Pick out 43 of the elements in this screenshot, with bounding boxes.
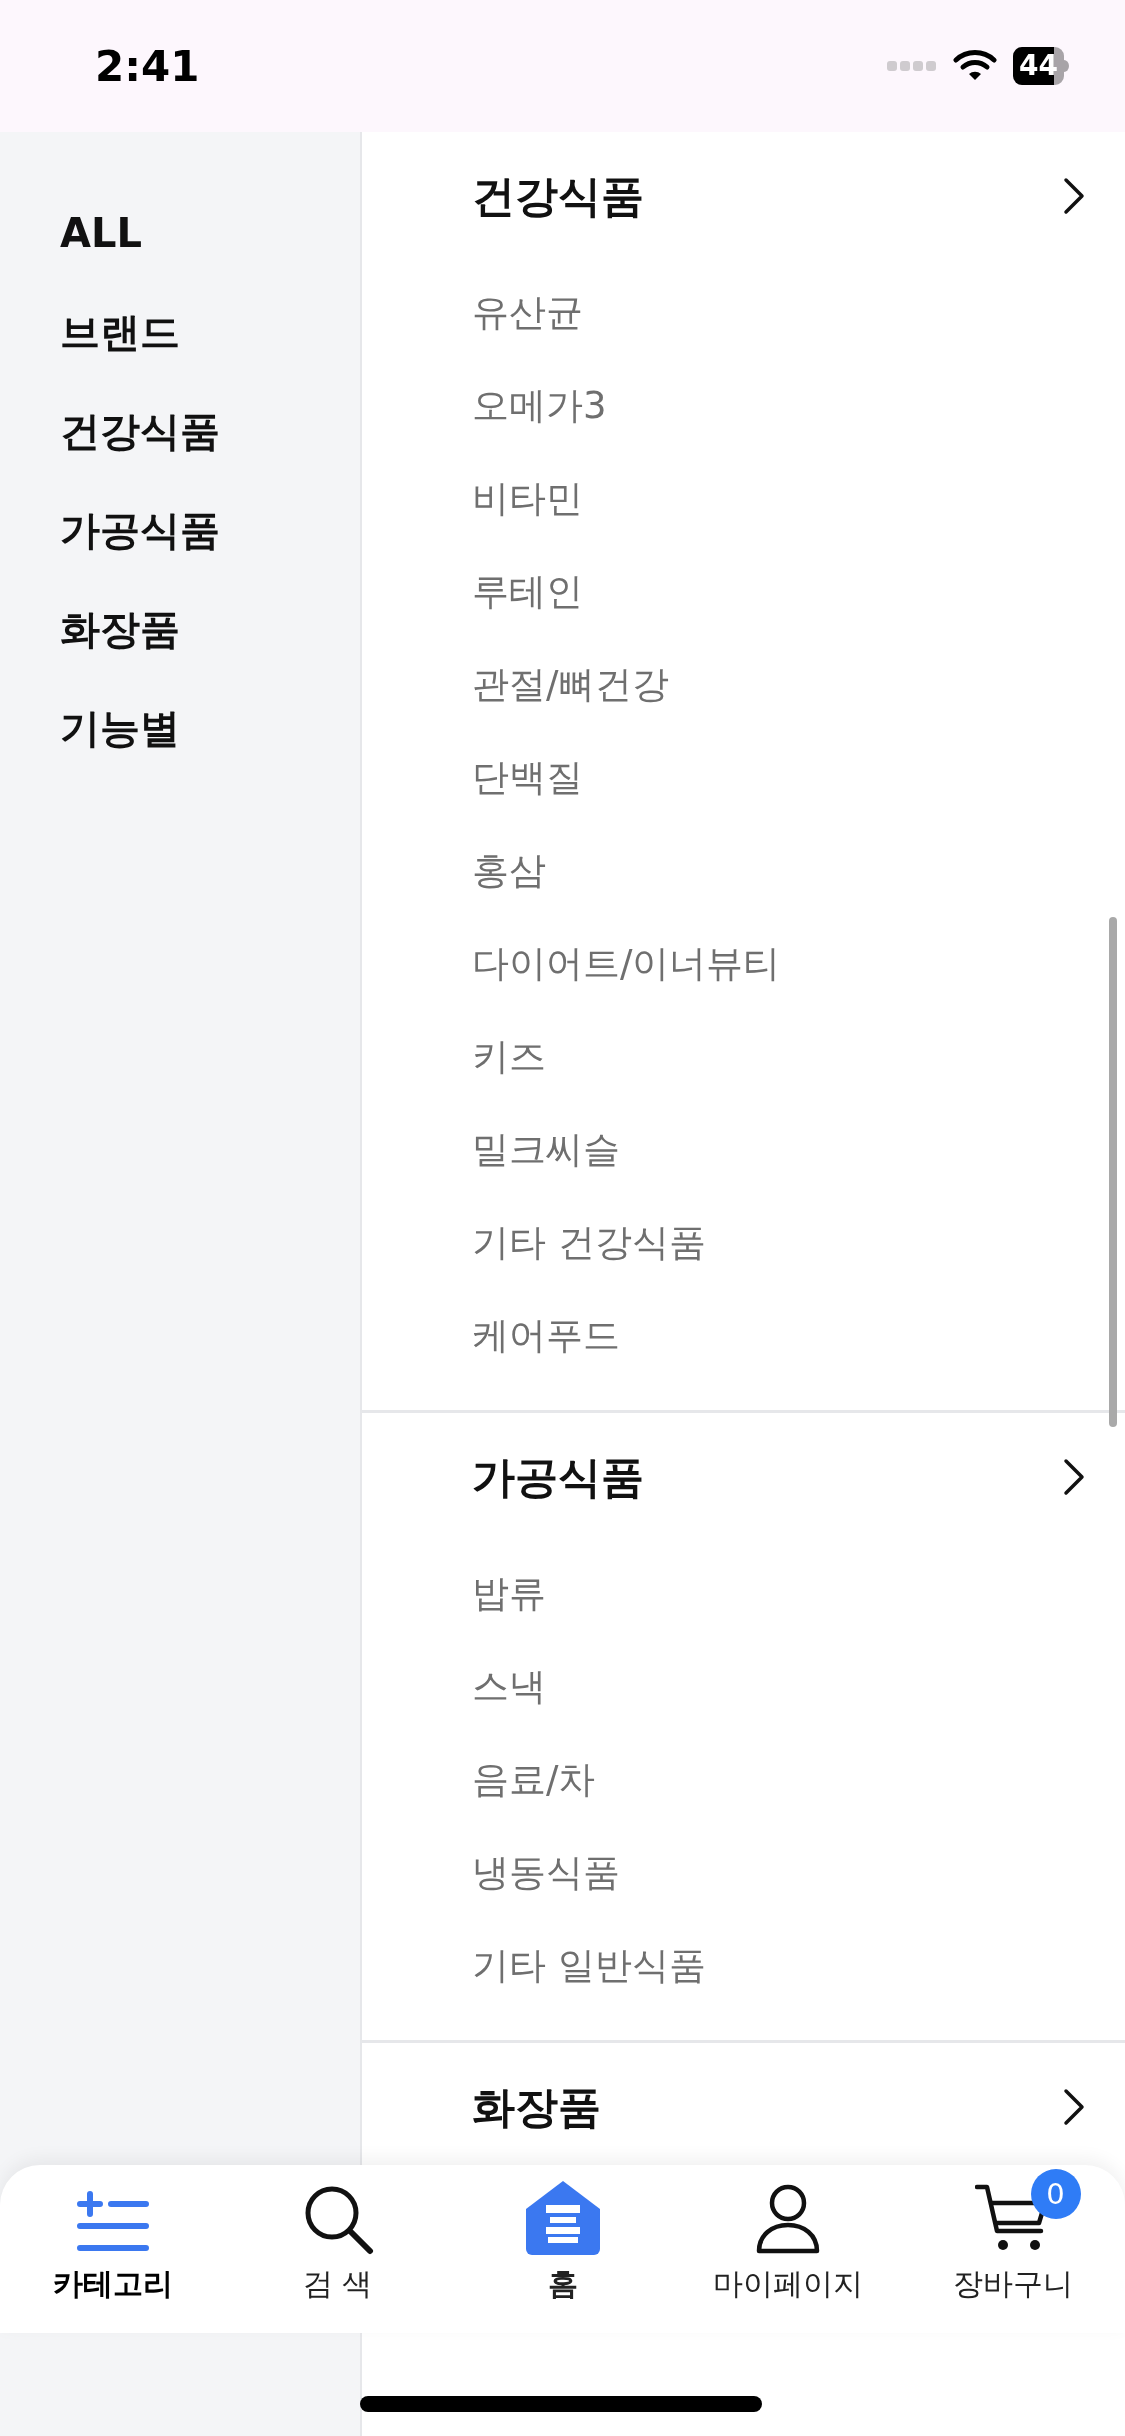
sidebar-item[interactable]: 브랜드 bbox=[0, 283, 360, 382]
subcategory-item[interactable]: 유산균 bbox=[362, 266, 1125, 359]
category-header[interactable]: 가공식품 bbox=[362, 1417, 1125, 1547]
subcategory-item[interactable]: 기타 건강식품 bbox=[362, 1196, 1125, 1289]
subcategory-item[interactable]: 비타민 bbox=[362, 452, 1125, 545]
sidebar-item[interactable]: ALL bbox=[0, 184, 360, 283]
tab-button[interactable]: 장바구니 0 bbox=[900, 2165, 1125, 2333]
subcategory-item[interactable]: 단백질 bbox=[362, 731, 1125, 824]
subcategory-item[interactable]: 냉동식품 bbox=[362, 1826, 1125, 1919]
subcategory-item[interactable]: 루테인 bbox=[362, 545, 1125, 638]
subcategory-item[interactable]: 음료/차 bbox=[362, 1733, 1125, 1826]
subcategory-item[interactable]: 케어푸드 bbox=[362, 1289, 1125, 1382]
category-header[interactable]: 건강식품 bbox=[362, 136, 1125, 266]
chevron-right-icon bbox=[1063, 177, 1085, 215]
clock-time: 2:41 bbox=[95, 40, 200, 93]
subcategory-item[interactable]: 관절/뼈건강 bbox=[362, 638, 1125, 731]
category-title: 화장품 bbox=[472, 2080, 601, 2134]
sidebar-item[interactable]: 가공식품 bbox=[0, 481, 360, 580]
wifi-icon bbox=[953, 49, 998, 83]
chevron-right-icon bbox=[1063, 2088, 1085, 2126]
battery-tip-icon bbox=[1064, 60, 1069, 72]
cart-count-badge: 0 bbox=[1030, 2169, 1081, 2219]
sidebar-item[interactable]: 화장품 bbox=[0, 580, 360, 679]
sidebar-item[interactable]: 기능별 bbox=[0, 679, 360, 778]
tab-button[interactable]: 마이페이지 bbox=[675, 2165, 900, 2333]
category-title: 건강식품 bbox=[472, 169, 644, 223]
signal-icon bbox=[887, 59, 938, 73]
subcategory-item[interactable]: 오메가3 bbox=[362, 359, 1125, 452]
sidebar-item[interactable]: 건강식품 bbox=[0, 382, 360, 481]
person-icon bbox=[754, 2183, 821, 2255]
subcategory-item[interactable]: 스낵 bbox=[362, 1640, 1125, 1733]
subcategory-item[interactable]: 밥류 bbox=[362, 1547, 1125, 1640]
tab-button[interactable]: 검 색 bbox=[225, 2165, 450, 2333]
tab-button[interactable]: 홈 bbox=[450, 2165, 675, 2333]
category-title: 가공식품 bbox=[472, 1450, 644, 1504]
subcategory-item[interactable]: 홍삼 bbox=[362, 824, 1125, 917]
subcategory-item[interactable]: 다이어트/이너뷰티 bbox=[362, 917, 1125, 1010]
category-header[interactable]: 화장품 bbox=[362, 2047, 1125, 2165]
subcategory-item[interactable]: 키즈 bbox=[362, 1010, 1125, 1103]
subcategory-item[interactable]: 밀크씨슬 bbox=[362, 1103, 1125, 1196]
subcategory-item[interactable]: 기타 일반식품 bbox=[362, 1919, 1125, 2012]
chevron-right-icon bbox=[1063, 1458, 1085, 1496]
tab-button[interactable]: 카테고리 bbox=[0, 2165, 225, 2333]
